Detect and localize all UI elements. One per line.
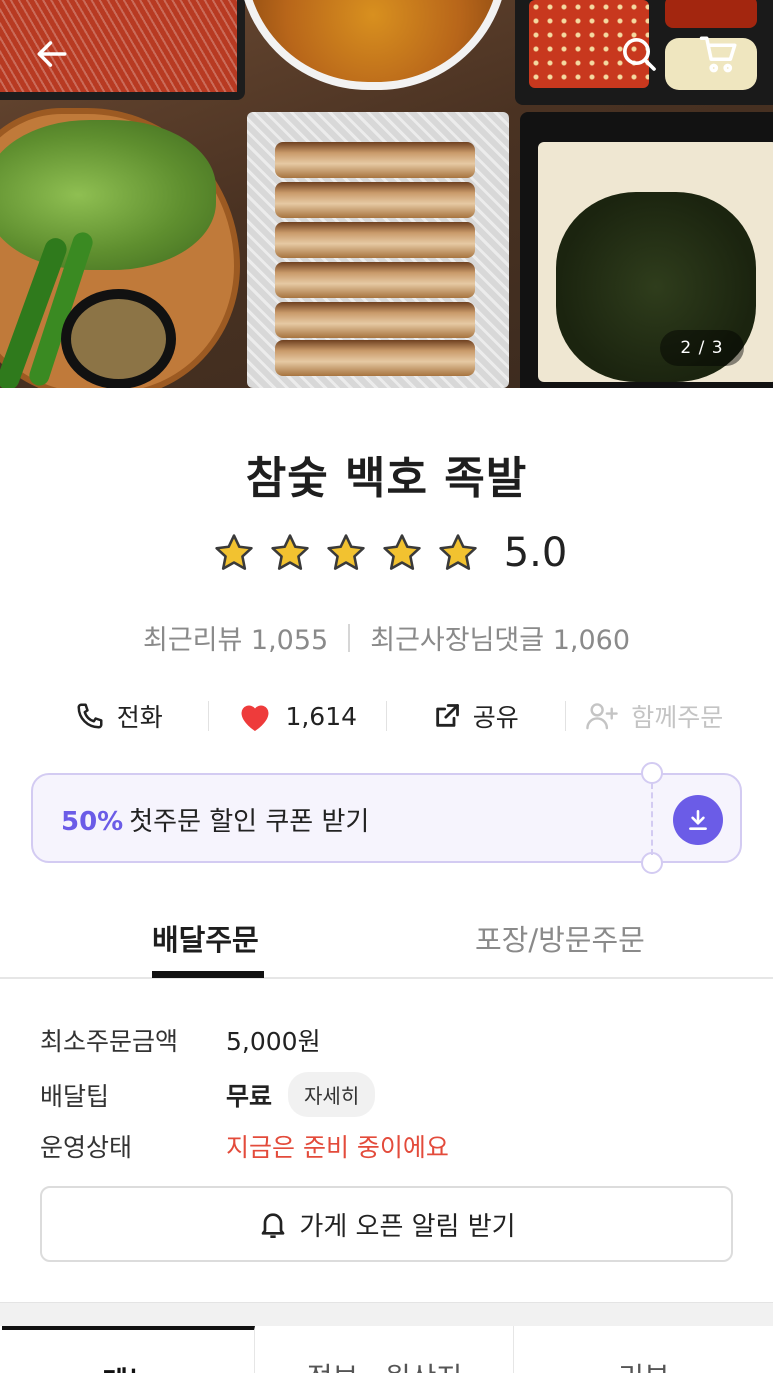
star-icon — [382, 534, 421, 570]
share-button[interactable]: 공유 — [387, 698, 565, 734]
min-order-value: 5,000원 — [226, 1027, 321, 1056]
food-bowl-soup — [238, 0, 508, 90]
bell-icon — [262, 1213, 285, 1238]
min-order-label: 최소주문금액 — [40, 1027, 179, 1056]
tab-reviews[interactable]: 리뷰 — [515, 1326, 773, 1373]
call-button[interactable]: 전화 — [30, 698, 208, 734]
add-person-icon — [586, 703, 619, 730]
star-icon — [214, 534, 253, 570]
coupon-divider — [651, 783, 653, 855]
tab-info-origin[interactable]: 정보 · 원산지 — [256, 1326, 514, 1373]
coupon-download-button[interactable] — [673, 795, 723, 845]
delivery-tip-value: 무료 — [226, 1081, 273, 1111]
coupon-label: 첫주문 할인 쿠폰 받기 — [129, 807, 370, 837]
share-icon — [436, 704, 459, 727]
rating-row[interactable]: 5.0 — [0, 530, 773, 576]
delivery-tip-detail-button[interactable]: 자세히 — [288, 1072, 376, 1117]
delivery-tip-row: 배달팁 무료 자세히 — [40, 1072, 376, 1117]
rating-value: 5.0 — [503, 530, 568, 576]
active-tab-indicator — [152, 971, 264, 978]
coupon-notch — [641, 852, 663, 874]
image-page-indicator: 2 / 3 — [660, 330, 744, 366]
store-content-tabs: 메뉴 정보 · 원산지 리뷰 — [0, 1326, 773, 1373]
tab-label: 배달주문 — [152, 923, 259, 957]
star-icon — [438, 534, 477, 570]
divider — [348, 623, 351, 652]
store-status-value: 지금은 준비 중이에요 — [226, 1133, 449, 1162]
phone-icon — [77, 703, 103, 729]
download-icon — [689, 810, 707, 830]
group-order-label: 함께주문 — [631, 703, 724, 732]
cart-icon — [699, 36, 737, 73]
cart-button[interactable] — [695, 30, 743, 78]
store-status-row: 운영상태 지금은 준비 중이에요 — [40, 1128, 449, 1164]
review-summary[interactable]: 최근리뷰 1,055 최근사장님댓글 1,060 — [0, 618, 773, 657]
back-arrow-icon — [37, 41, 67, 67]
back-button[interactable] — [28, 30, 76, 78]
share-label: 공유 — [472, 703, 519, 732]
star-icon — [326, 534, 365, 570]
store-action-bar: 전화 1,614 공유 함께주문 — [30, 690, 743, 742]
coupon-notch — [641, 762, 663, 784]
tab-label: 포장/방문주문 — [475, 923, 645, 957]
tab-delivery-order[interactable]: 배달주문 — [152, 917, 264, 978]
store-name: 참숯 백호 족발 — [245, 453, 528, 504]
delivery-tip-label: 배달팁 — [40, 1081, 110, 1111]
food-basket-lettuce — [0, 108, 240, 388]
notify-label: 가게 오픈 알림 받기 — [299, 1211, 516, 1242]
heart-icon — [241, 705, 269, 731]
like-button[interactable]: 1,614 — [209, 699, 387, 733]
tab-pickup-order[interactable]: 포장/방문주문 — [475, 917, 645, 959]
hero-photo[interactable]: 2 / 3 — [0, 0, 773, 388]
min-order-row: 최소주문금액 5,000원 — [40, 1022, 321, 1058]
call-label: 전화 — [116, 703, 163, 732]
section-divider — [0, 1302, 773, 1326]
owner-replies-count[interactable]: 최근사장님댓글 1,060 — [370, 618, 630, 657]
coupon-banner[interactable]: 50% 첫주문 할인 쿠폰 받기 — [31, 762, 742, 874]
food-tray-jokbal — [247, 112, 509, 388]
search-button[interactable] — [615, 30, 663, 78]
tab-menu[interactable]: 메뉴 — [2, 1326, 255, 1373]
store-status-label: 운영상태 — [40, 1133, 133, 1162]
star-icon — [270, 534, 309, 570]
like-count: 1,614 — [285, 701, 358, 731]
coupon-percent: 50% — [61, 807, 124, 837]
open-notification-button[interactable]: 가게 오픈 알림 받기 — [40, 1186, 733, 1262]
order-type-tabs: 배달주문 포장/방문주문 — [0, 905, 773, 979]
search-icon — [623, 38, 656, 71]
coupon-text: 50% 첫주문 할인 쿠폰 받기 — [61, 801, 369, 838]
recent-reviews-count[interactable]: 최근리뷰 1,055 — [143, 618, 328, 657]
group-order-button[interactable]: 함께주문 — [566, 698, 744, 734]
